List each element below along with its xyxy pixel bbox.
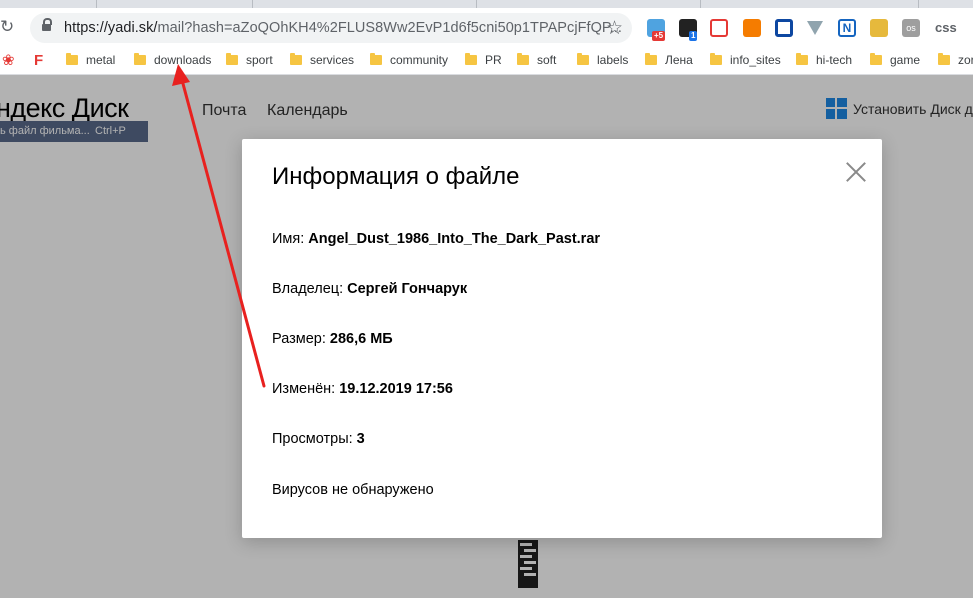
close-icon[interactable] — [845, 161, 867, 183]
screen-extension-icon[interactable] — [775, 19, 793, 37]
lock-icon[interactable] — [42, 18, 52, 32]
folder-icon — [870, 53, 882, 65]
bookmark-folder-soft[interactable]: soft — [517, 52, 556, 68]
tab-separator — [918, 0, 919, 8]
info-row-owner: Владелец: Сергей Гончарук — [272, 281, 468, 297]
url-path: mail?hash=aZoQOhKH4%2FLUS8Ww2EvP1d6f5cni… — [157, 20, 623, 36]
file-info-dialog: Информация о файле Имя: Angel_Dust_1986_I… — [242, 139, 882, 538]
folder-icon — [290, 53, 302, 65]
info-row-name: Имя: Angel_Dust_1986_Into_The_Dark_Past.r… — [272, 231, 601, 247]
folder-icon — [796, 53, 808, 65]
folder-icon — [134, 53, 146, 65]
extension-badge: +5 — [652, 31, 666, 41]
tab-strip — [0, 0, 973, 8]
n-extension-icon[interactable]: N — [838, 19, 856, 37]
download-extension-icon[interactable] — [807, 21, 823, 35]
bookmark-folder-downloads[interactable]: downloads — [134, 52, 211, 68]
css-extension-icon[interactable]: css — [935, 20, 957, 35]
tab-separator — [700, 0, 701, 8]
info-row-views: Просмотры: 3 — [272, 431, 365, 447]
folder-icon — [645, 53, 657, 65]
bookmark-star-icon[interactable]: ☆ — [606, 17, 623, 40]
bookmark-folder-pr[interactable]: PR — [465, 52, 502, 68]
bookmark-folder-game[interactable]: game — [870, 52, 920, 68]
address-url[interactable]: https://yadi.sk/mail?hash=aZoQOhKH4%2FLU… — [64, 20, 622, 36]
bookmark-folder-hi-tech[interactable]: hi-tech — [796, 52, 852, 68]
bookmark-folder-lena[interactable]: Лена — [645, 52, 693, 68]
tab-separator — [96, 0, 97, 8]
gear-bookmark-icon[interactable]: ❀ — [2, 52, 15, 69]
bookmark-folder-info-sites[interactable]: info_sites — [710, 52, 781, 68]
bookmarks-bar: ❀ F metal downloads sport services commu… — [0, 46, 973, 75]
folder-icon — [66, 53, 78, 65]
bookmark-folder-sport[interactable]: sport — [226, 52, 273, 68]
address-bar[interactable]: https://yadi.sk/mail?hash=aZoQOhKH4%2FLU… — [30, 13, 632, 43]
folder-icon — [517, 53, 529, 65]
browser-toolbar: ↻ https://yadi.sk/mail?hash=aZoQOhKH4%2F… — [0, 8, 973, 46]
briefcase-extension-icon[interactable] — [870, 19, 888, 37]
bookmark-folder-metal[interactable]: metal — [66, 52, 115, 68]
info-row-modified: Изменён: 19.12.2019 17:56 — [272, 381, 453, 397]
folder-icon — [370, 53, 382, 65]
folder-icon — [938, 53, 950, 65]
folder-icon — [710, 53, 722, 65]
lock-extension-icon[interactable] — [710, 19, 728, 37]
folder-icon — [577, 53, 589, 65]
os-extension-icon[interactable]: os — [902, 19, 920, 37]
reload-icon[interactable]: ↻ — [0, 18, 18, 36]
bookmark-folder-services[interactable]: services — [290, 52, 354, 68]
url-host: https://yadi.sk/ — [64, 20, 158, 36]
bookmark-folder-labels[interactable]: labels — [577, 52, 628, 68]
bookmark-folder-community[interactable]: community — [370, 52, 448, 68]
virus-status: Вирусов не обнаружено — [272, 482, 434, 498]
dialog-title: Информация о файле — [272, 163, 520, 190]
bookmark-folder-zor[interactable]: zor — [938, 52, 973, 68]
f-bookmark-icon[interactable]: F — [34, 52, 43, 69]
folder-icon — [465, 53, 477, 65]
folder-icon — [226, 53, 238, 65]
tab-separator — [476, 0, 477, 8]
tab-separator — [252, 0, 253, 8]
info-row-size: Размер: 286,6 МБ — [272, 331, 393, 347]
face-extension-icon[interactable] — [743, 19, 761, 37]
extension-badge: 1 — [689, 31, 698, 41]
